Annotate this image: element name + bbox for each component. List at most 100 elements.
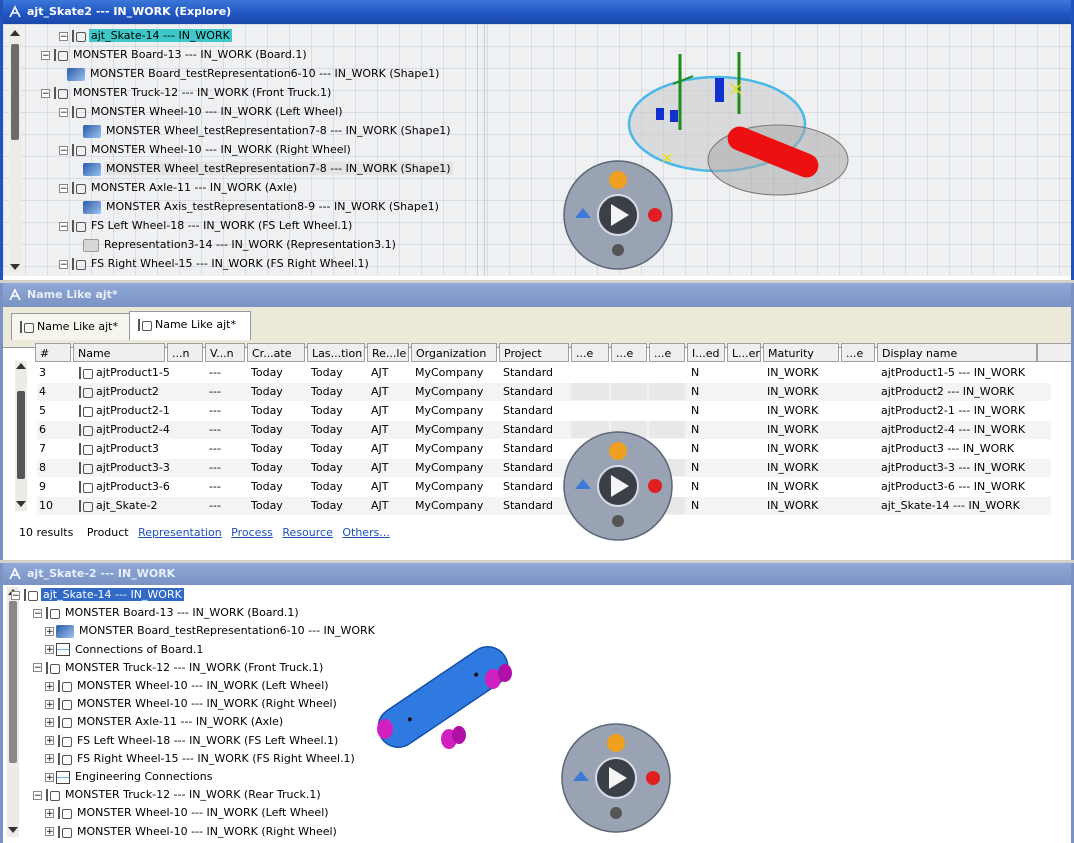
result-cell[interactable]: Today (247, 478, 305, 495)
filter-link-resource[interactable]: Resource (282, 526, 332, 539)
expand-icon[interactable]: + (45, 699, 54, 709)
result-cell[interactable]: Standard (499, 421, 569, 438)
result-name-cell[interactable]: ajtProduct1-5 (73, 364, 170, 381)
column-header[interactable]: ...e (571, 343, 609, 362)
result-cell[interactable]: Standard (499, 364, 569, 381)
result-cell[interactable] (727, 459, 761, 476)
result-cell[interactable]: 9 (35, 478, 71, 495)
result-cell[interactable]: ajtProduct1-5 --- IN_WORK (877, 364, 1037, 381)
tree-node[interactable]: − FS Left Wheel-18 --- IN_WORK (FS Left W… (59, 216, 354, 235)
result-cell[interactable]: Today (307, 421, 365, 438)
result-cell[interactable]: AJT (367, 421, 409, 438)
result-cell[interactable] (727, 478, 761, 495)
result-cell[interactable] (167, 421, 203, 438)
result-cell[interactable] (841, 402, 875, 419)
result-cell[interactable]: MyCompany (411, 440, 497, 457)
scroll-down-arrow[interactable] (10, 264, 20, 270)
tree-scrollbar[interactable] (9, 28, 21, 272)
result-cell[interactable] (611, 383, 647, 400)
column-header[interactable]: Cr...ate (247, 343, 305, 362)
result-cell[interactable]: 4 (35, 383, 71, 400)
result-cell[interactable] (727, 497, 761, 514)
result-name-cell[interactable]: ajtProduct2-4 (73, 421, 170, 438)
result-name-cell[interactable]: ajtProduct2 (73, 383, 165, 400)
result-cell[interactable]: AJT (367, 478, 409, 495)
result-cell[interactable]: Today (247, 440, 305, 457)
result-name-cell[interactable]: ajt_Skate-2 (73, 497, 165, 514)
result-cell[interactable]: MyCompany (411, 478, 497, 495)
result-cell[interactable]: Today (307, 459, 365, 476)
column-header[interactable]: ...e (649, 343, 685, 362)
result-cell[interactable] (649, 364, 685, 381)
tab-search-2[interactable]: Name Like ajt* (129, 311, 251, 340)
expand-icon[interactable]: + (45, 808, 54, 818)
result-cell[interactable]: 3 (35, 364, 71, 381)
tree-node[interactable]: − MONSTER Truck-12 --- IN_WORK (Rear Truc… (33, 785, 323, 804)
collapse-icon[interactable]: − (33, 663, 42, 673)
result-cell[interactable] (611, 364, 647, 381)
tree-node[interactable]: + MONSTER Axle-11 --- IN_WORK (Axle) (45, 712, 285, 731)
result-cell[interactable]: MyCompany (411, 364, 497, 381)
search-window-titlebar[interactable]: Name Like ajt* (3, 283, 1071, 307)
result-cell[interactable]: N (687, 497, 725, 514)
result-cell[interactable] (167, 497, 203, 514)
results-scrollbar[interactable] (15, 361, 27, 511)
result-cell[interactable]: ajtProduct2-1 --- IN_WORK (877, 402, 1037, 419)
filter-link-process[interactable]: Process (231, 526, 273, 539)
tab-search-1[interactable]: Name Like ajt* (11, 313, 131, 340)
result-cell[interactable]: MyCompany (411, 383, 497, 400)
result-cell[interactable] (611, 402, 647, 419)
compass-widget-3[interactable] (561, 723, 671, 833)
collapse-icon[interactable]: − (59, 183, 68, 193)
tree-node[interactable]: + MONSTER Wheel-10 --- IN_WORK (Right Whe… (45, 822, 339, 841)
tree-node[interactable]: Representation3-14 --- IN_WORK (Represen… (83, 235, 398, 254)
structure-scrollbar[interactable] (7, 587, 19, 837)
column-header[interactable]: I...ed (687, 343, 725, 362)
result-cell[interactable]: Today (307, 402, 365, 419)
column-header[interactable]: V...n (205, 343, 245, 362)
scroll-down-arrow[interactable] (16, 501, 26, 507)
result-cell[interactable]: Today (307, 364, 365, 381)
result-cell[interactable]: Today (307, 383, 365, 400)
result-cell[interactable]: MyCompany (411, 459, 497, 476)
result-cell[interactable]: IN_WORK (763, 421, 839, 438)
collapse-icon[interactable]: − (41, 88, 50, 98)
result-cell[interactable]: Standard (499, 383, 569, 400)
result-cell[interactable]: MyCompany (411, 421, 497, 438)
result-cell[interactable] (167, 364, 203, 381)
result-cell[interactable]: 8 (35, 459, 71, 476)
explore-window-titlebar[interactable]: ajt_Skate2 --- IN_WORK (Explore) (3, 0, 1071, 24)
collapse-icon[interactable]: − (59, 31, 68, 41)
result-cell[interactable]: Today (247, 459, 305, 476)
tree-node[interactable]: MONSTER Board_testRepresentation6-10 ---… (67, 64, 441, 83)
result-cell[interactable]: --- (205, 421, 245, 438)
tree-node[interactable]: + MONSTER Board_testRepresentation6-10 --… (45, 621, 377, 640)
result-cell[interactable]: Standard (499, 497, 569, 514)
expand-icon[interactable]: + (45, 645, 54, 655)
result-cell[interactable] (841, 364, 875, 381)
result-name-cell[interactable]: ajtProduct2-1 (73, 402, 170, 419)
result-cell[interactable]: Today (307, 440, 365, 457)
column-header[interactable]: L...er (727, 343, 761, 362)
skateboard-model[interactable] (363, 639, 533, 759)
column-header[interactable]: Project (499, 343, 569, 362)
result-cell[interactable]: ajtProduct3-6 --- IN_WORK (877, 478, 1037, 495)
column-header[interactable]: Display name (877, 343, 1037, 362)
tree-node[interactable]: + MONSTER Wheel-10 --- IN_WORK (Left Whee… (45, 803, 331, 822)
collapse-icon[interactable]: − (41, 50, 50, 60)
splitter[interactable] (477, 24, 485, 276)
result-cell[interactable]: MyCompany (411, 402, 497, 419)
tree-node[interactable]: MONSTER Axis_testRepresentation8-9 --- I… (83, 197, 441, 216)
expand-icon[interactable]: + (45, 736, 54, 746)
result-cell[interactable]: Today (247, 383, 305, 400)
result-cell[interactable]: Standard (499, 402, 569, 419)
result-cell[interactable] (841, 383, 875, 400)
result-name-cell[interactable]: ajtProduct3-3 (73, 459, 170, 476)
result-cell[interactable] (167, 440, 203, 457)
result-cell[interactable] (649, 402, 685, 419)
result-cell[interactable] (841, 497, 875, 514)
tree-node[interactable]: − ajt_Skate-14 --- IN_WORK (11, 585, 184, 604)
result-cell[interactable] (841, 421, 875, 438)
result-cell[interactable] (571, 383, 609, 400)
result-cell[interactable]: 10 (35, 497, 71, 514)
